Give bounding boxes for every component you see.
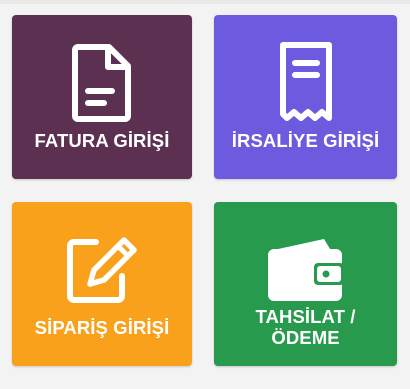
tile-irsaliye-girisi[interactable]: İRSALİYE GİRİŞİ: [214, 15, 397, 179]
tile-siparis-girisi[interactable]: SİPARİŞ GİRİŞİ: [12, 202, 192, 366]
tile-label: FATURA GİRİŞİ: [34, 129, 170, 151]
tile-label: TAHSİLAT / ÖDEME: [255, 306, 356, 348]
top-strip: [0, 0, 410, 4]
tile-fatura-girisi[interactable]: FATURA GİRİŞİ: [12, 15, 192, 179]
tile-tahsilat-odeme[interactable]: TAHSİLAT / ÖDEME: [214, 202, 397, 366]
tile-label: SİPARİŞ GİRİŞİ: [34, 316, 170, 338]
tile-label: İRSALİYE GİRİŞİ: [231, 129, 380, 151]
